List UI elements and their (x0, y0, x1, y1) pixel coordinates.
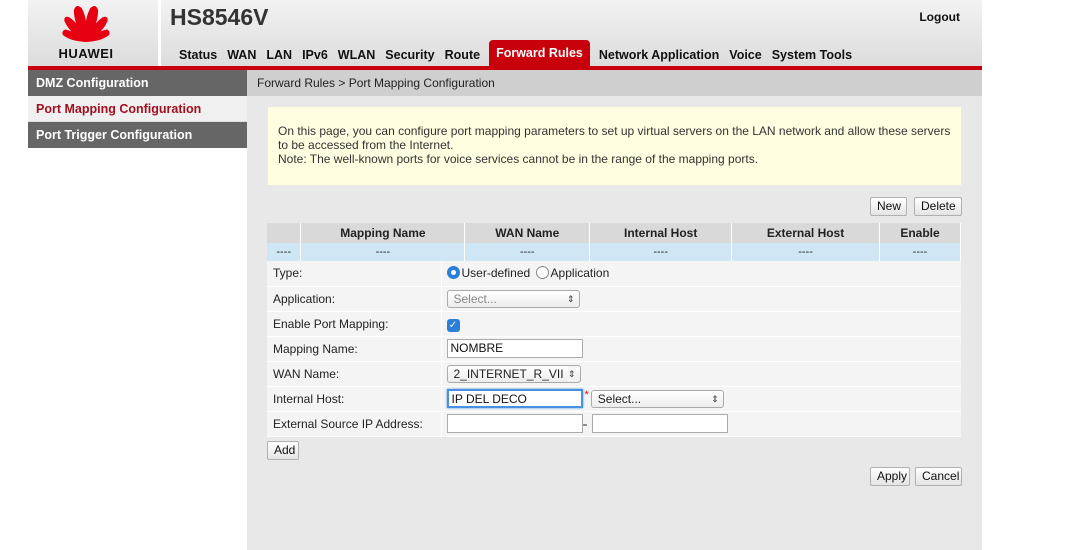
radio-application-label: Application (550, 266, 610, 281)
nav-status[interactable]: Status (174, 44, 222, 66)
nav-ipv6[interactable]: IPv6 (297, 44, 333, 66)
table-cell: ---- (879, 243, 961, 261)
external-source-ip-label: External Source IP Address: (267, 411, 442, 437)
form-row-internal-host: Internal Host: IP DEL DECO * Select... ⇕ (267, 386, 961, 412)
col-header-internal-host: Internal Host (589, 223, 733, 243)
table-cell: ---- (300, 243, 466, 261)
application-label: Application: (267, 286, 442, 312)
internal-host-field: IP DEL DECO * Select... ⇕ (441, 386, 961, 412)
mapping-name-label: Mapping Name: (267, 336, 442, 362)
internal-host-select-value: Select... (597, 391, 642, 406)
add-button[interactable]: Add (267, 441, 299, 460)
cancel-button[interactable]: Cancel (915, 467, 962, 486)
type-field: User-defined Application (441, 261, 961, 287)
internal-host-input[interactable]: IP DEL DECO (446, 389, 583, 408)
enable-port-mapping-label: Enable Port Mapping: (267, 311, 442, 337)
table-row[interactable]: ---- ---- ---- ---- ---- ---- (267, 243, 961, 261)
select-arrows-icon: ⇕ (711, 393, 719, 404)
external-source-ip-field: -- (441, 411, 961, 437)
form-row-mapping-name: Mapping Name: NOMBRE (267, 336, 961, 362)
table-cell: ---- (267, 243, 302, 261)
logout-link[interactable]: Logout (919, 10, 960, 24)
apply-button[interactable]: Apply (870, 467, 910, 486)
select-arrows-icon: ⇕ (566, 293, 575, 304)
nav-system-tools[interactable]: System Tools (767, 44, 857, 66)
header-divider (158, 0, 161, 66)
table-cell: ---- (731, 243, 880, 261)
internal-host-select[interactable]: Select... ⇕ (590, 389, 724, 408)
port-mapping-table: Mapping Name WAN Name Internal Host Exte… (267, 223, 961, 261)
internal-host-label: Internal Host: (267, 386, 442, 412)
sidebar-item-dmz[interactable]: DMZ Configuration (28, 70, 247, 96)
application-select[interactable]: Select... ⇕ (446, 289, 580, 308)
sidebar: DMZ Configuration Port Mapping Configura… (28, 70, 247, 550)
form-row-type: Type: User-defined Application (267, 261, 961, 287)
col-header-wan-name: WAN Name (464, 223, 591, 243)
nav-wan[interactable]: WAN (222, 44, 261, 66)
wan-name-field: 2_INTERNET_R_VII ⇕ (441, 361, 961, 387)
huawei-flower-icon (62, 6, 110, 42)
huawei-logo: HUAWEI (28, 0, 144, 66)
logo-text: HUAWEI (58, 46, 114, 61)
external-source-ip-start-input[interactable] (446, 414, 583, 433)
required-marker: * (584, 389, 589, 401)
nav-forward-rules[interactable]: Forward Rules (489, 40, 590, 66)
notice-note: Note: The well-known ports for voice ser… (278, 152, 759, 166)
col-header-select (267, 223, 302, 243)
nav-voice[interactable]: Voice (724, 44, 766, 66)
table-header-row: Mapping Name WAN Name Internal Host Exte… (267, 223, 961, 243)
table-cell: ---- (589, 243, 733, 261)
radio-application[interactable] (535, 266, 549, 280)
main-content: Forward Rules > Port Mapping Configurati… (247, 70, 982, 550)
nav-security[interactable]: Security (380, 44, 439, 66)
col-header-external-host: External Host (731, 223, 880, 243)
notice-text: On this page, you can configure port map… (278, 124, 951, 152)
application-select-value: Select... (453, 291, 497, 306)
enable-field: ✓ (441, 311, 961, 337)
nav-lan[interactable]: LAN (261, 44, 297, 66)
new-button[interactable]: New (870, 197, 907, 216)
nav-route[interactable]: Route (440, 44, 485, 66)
main-nav: Status WAN LAN IPv6 WLAN Security Route … (174, 40, 857, 66)
radio-user-defined-label: User-defined (461, 266, 531, 281)
wan-name-label: WAN Name: (267, 361, 442, 387)
delete-button[interactable]: Delete (914, 197, 962, 216)
external-source-ip-end-input[interactable] (591, 414, 728, 433)
info-notice: On this page, you can configure port map… (268, 107, 961, 185)
wan-name-select[interactable]: 2_INTERNET_R_VII ⇕ (446, 364, 581, 383)
port-mapping-form: Type: User-defined Application Applicati… (267, 261, 961, 437)
application-field: Select... ⇕ (441, 286, 961, 312)
radio-user-defined[interactable] (446, 266, 460, 280)
form-row-external-source-ip: External Source IP Address: -- (267, 411, 961, 437)
col-header-mapping-name: Mapping Name (300, 223, 466, 243)
router-admin-page: HUAWEI HS8546V Logout Status WAN LAN IPv… (28, 0, 982, 550)
nav-network-application[interactable]: Network Application (594, 44, 724, 66)
sidebar-item-port-trigger[interactable]: Port Trigger Configuration (28, 122, 247, 148)
nav-wlan[interactable]: WLAN (333, 44, 381, 66)
form-row-enable: Enable Port Mapping: ✓ (267, 311, 961, 337)
form-row-wan-name: WAN Name: 2_INTERNET_R_VII ⇕ (267, 361, 961, 387)
col-header-enable: Enable (879, 223, 961, 243)
mapping-name-input[interactable]: NOMBRE (446, 339, 583, 358)
enable-port-mapping-checkbox[interactable]: ✓ (446, 319, 460, 332)
breadcrumb: Forward Rules > Port Mapping Configurati… (247, 70, 982, 96)
table-cell: ---- (464, 243, 591, 261)
form-row-application: Application: Select... ⇕ (267, 286, 961, 312)
device-model: HS8546V (170, 4, 269, 30)
select-arrows-icon: ⇕ (567, 365, 576, 382)
type-label: Type: (267, 261, 442, 287)
ip-range-separator: -- (582, 416, 588, 431)
mapping-name-field: NOMBRE (441, 336, 961, 362)
sidebar-item-port-mapping[interactable]: Port Mapping Configuration (28, 96, 247, 122)
header: HUAWEI HS8546V Logout Status WAN LAN IPv… (28, 0, 982, 66)
wan-name-select-value: 2_INTERNET_R_VII (453, 366, 564, 381)
